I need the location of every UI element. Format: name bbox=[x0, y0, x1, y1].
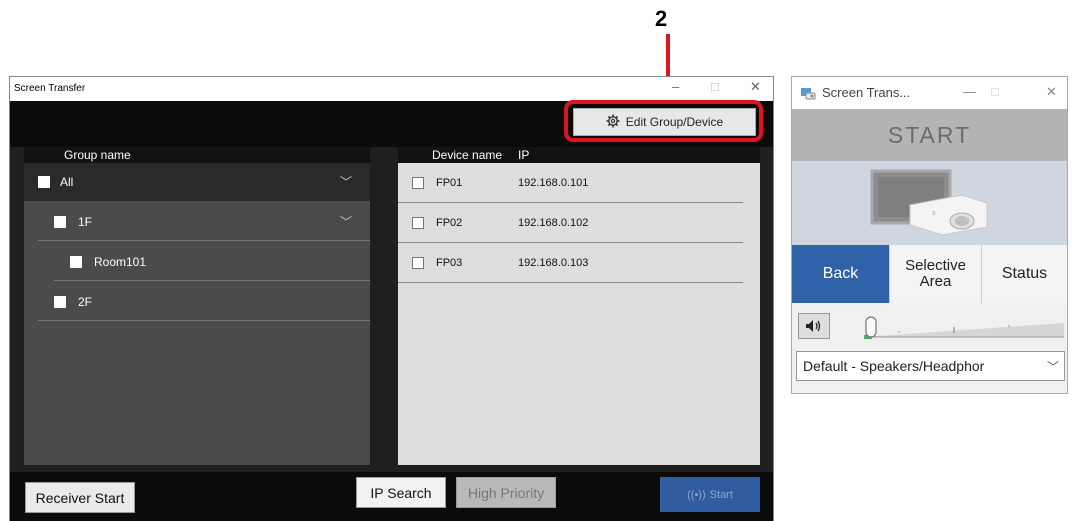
close-button[interactable]: ✕ bbox=[750, 79, 761, 95]
title-bar: Screen Transfer – □ ✕ bbox=[10, 77, 773, 101]
device-checkbox[interactable] bbox=[412, 257, 424, 269]
clipped-header-text bbox=[0, 0, 260, 22]
group-list-panel: Group name All ﹀ 1F ﹀ Room101 2F bbox=[24, 147, 370, 465]
start-label: Start bbox=[709, 488, 733, 501]
speaker-icon[interactable] bbox=[798, 313, 830, 339]
mini-window-title: Screen Trans... bbox=[822, 85, 911, 100]
group-checkbox[interactable] bbox=[70, 256, 82, 268]
mini-maximize-button[interactable]: □ bbox=[991, 84, 999, 99]
callout-highlight-box bbox=[564, 100, 763, 142]
broadcast-icon: ((•)) bbox=[687, 488, 706, 501]
row-divider bbox=[398, 282, 743, 283]
maximize-button[interactable]: □ bbox=[711, 79, 719, 94]
chevron-down-icon[interactable]: ﹀ bbox=[1046, 358, 1059, 375]
device-checkbox[interactable] bbox=[412, 177, 424, 189]
status-button[interactable]: Status bbox=[981, 245, 1067, 303]
minimize-button[interactable]: – bbox=[672, 79, 679, 94]
group-row-1f[interactable]: 1F ﹀ bbox=[24, 203, 370, 241]
receiver-start-button[interactable]: Receiver Start bbox=[25, 482, 135, 513]
projector-illustration: ≡ bbox=[792, 161, 1067, 245]
row-divider bbox=[38, 320, 370, 321]
app-icon bbox=[800, 85, 816, 104]
svg-text:≡: ≡ bbox=[932, 211, 936, 217]
chevron-down-icon[interactable]: ﹀ bbox=[340, 173, 352, 190]
device-row[interactable]: FP02 192.168.0.102 bbox=[398, 203, 743, 243]
start-button[interactable]: ((•)) Start bbox=[660, 477, 760, 512]
group-row-2f[interactable]: 2F bbox=[24, 283, 370, 321]
row-divider bbox=[38, 240, 370, 241]
high-priority-button[interactable]: High Priority bbox=[456, 477, 556, 508]
mode-buttons: Back Selective Area Status bbox=[792, 245, 1067, 303]
mini-close-button[interactable]: ✕ bbox=[1046, 84, 1057, 100]
mini-title-bar: Screen Trans... — □ ✕ bbox=[792, 77, 1067, 109]
ip-header: IP bbox=[518, 148, 530, 162]
device-name-header: Device name bbox=[432, 148, 503, 162]
screen-transfer-mini-window: Screen Trans... — □ ✕ START ≡ Back Selec… bbox=[791, 76, 1068, 394]
chevron-down-icon[interactable]: ﹀ bbox=[340, 213, 352, 230]
group-checkbox[interactable] bbox=[54, 296, 66, 308]
group-checkbox[interactable] bbox=[54, 216, 66, 228]
mini-minimize-button[interactable]: — bbox=[963, 84, 976, 99]
start-transfer-button[interactable]: START bbox=[792, 109, 1067, 161]
group-row-all[interactable]: All ﹀ bbox=[24, 163, 370, 201]
audio-device-select[interactable]: Default - Speakers/Headphor ﹀ bbox=[796, 351, 1065, 381]
screen-transfer-window: Screen Transfer – □ ✕ Edit Group/Device … bbox=[9, 76, 774, 521]
row-divider bbox=[54, 280, 370, 281]
device-list-panel: Device name IP FP01 192.168.0.101 FP02 1… bbox=[398, 147, 760, 465]
audio-device-value: Default - Speakers/Headphor bbox=[803, 358, 985, 374]
group-row-room101[interactable]: Room101 bbox=[24, 243, 370, 281]
volume-row bbox=[792, 305, 1067, 351]
group-checkbox[interactable] bbox=[38, 176, 50, 188]
ip-search-button[interactable]: IP Search bbox=[356, 477, 446, 508]
volume-slider[interactable] bbox=[844, 313, 1064, 341]
device-column-header: Device name IP bbox=[398, 147, 760, 163]
group-column-header: Group name bbox=[24, 147, 370, 163]
window-title: Screen Transfer bbox=[14, 83, 86, 94]
callout-number: 2 bbox=[655, 6, 668, 31]
device-checkbox[interactable] bbox=[412, 217, 424, 229]
device-row[interactable]: FP01 192.168.0.101 bbox=[398, 163, 743, 203]
back-button[interactable]: Back bbox=[792, 245, 889, 303]
selective-area-button[interactable]: Selective Area bbox=[889, 245, 981, 303]
device-row[interactable]: FP03 192.168.0.103 bbox=[398, 243, 743, 283]
